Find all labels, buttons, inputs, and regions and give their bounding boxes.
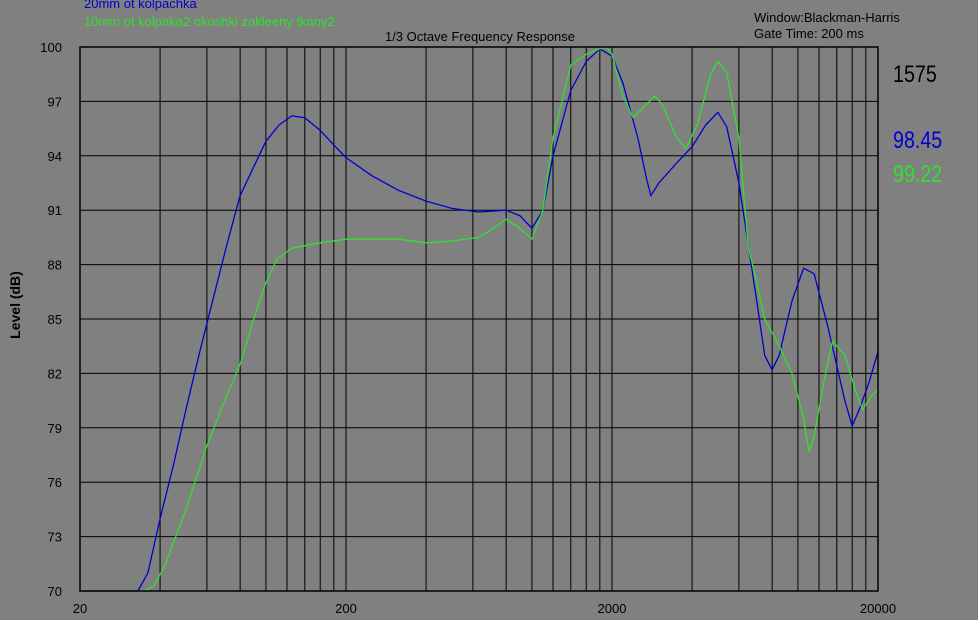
frequency-response-chart: 70 73 76 79 82 85 88 91 94 97 100 20 200 2000 20000 1/…	[7, 29, 896, 616]
y-tick-label-8: 94	[48, 149, 62, 164]
y-tick-label-4: 82	[48, 366, 62, 381]
legend-entry-series-2: 10mm ot kolpaka2 okoshki zakleeny tkany2	[84, 14, 335, 29]
x-tick-label-2: 2000	[598, 601, 627, 616]
y-tick-label-6: 88	[48, 258, 62, 273]
y-tick-label-1: 73	[48, 530, 62, 545]
y-tick-label-5: 85	[48, 312, 62, 327]
y-tick-label-2: 76	[48, 475, 62, 490]
x-tick-label-3: 20000	[860, 601, 896, 616]
y-tick-label-10: 100	[40, 40, 62, 55]
y-tick-label-9: 97	[48, 94, 62, 109]
x-tick-label-0: 20	[73, 601, 87, 616]
y-tick-label-0: 70	[48, 584, 62, 599]
window-info: Window:Blackman-Harris	[754, 10, 900, 25]
y-axis-label: Level (dB)	[7, 271, 23, 339]
legend-entry-series-1: 20mm ot kolpachka	[84, 0, 197, 11]
cursor-value-series-2: 99.22	[893, 161, 943, 188]
y-tick-label-7: 91	[48, 203, 62, 218]
y-tick-label-3: 79	[48, 421, 62, 436]
chart-title: 1/3 Octave Frequency Response	[385, 29, 575, 44]
cursor-value-series-1: 98.45	[893, 127, 943, 154]
cursor-frequency-readout: 1575	[893, 61, 937, 88]
x-tick-label-1: 200	[335, 601, 357, 616]
gate-time-info: Gate Time: 200 ms	[754, 26, 864, 41]
